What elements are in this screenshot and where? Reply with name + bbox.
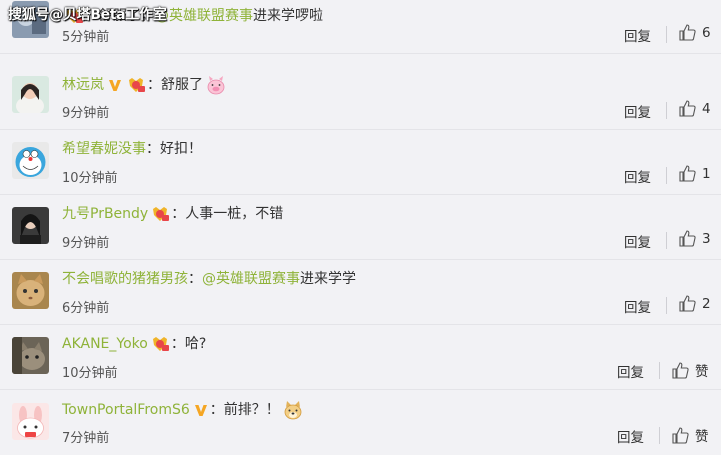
divider xyxy=(666,102,667,119)
username[interactable]: AKANE_Yoko xyxy=(62,335,148,353)
reply-button[interactable]: 回复 xyxy=(617,361,644,381)
reply-button[interactable]: 回复 xyxy=(624,296,651,316)
thumbs-up-icon xyxy=(672,426,689,444)
vip-medal-icon xyxy=(129,78,145,92)
comment-text: 舒服了 xyxy=(161,77,203,93)
like-count: 1 xyxy=(702,165,711,182)
like-label: 赞 xyxy=(695,429,709,445)
username[interactable]: 九号PrBendy xyxy=(62,205,148,223)
verified-v-icon xyxy=(194,405,207,416)
username[interactable]: 林远岚 xyxy=(62,76,104,94)
thumbs-up-icon xyxy=(679,165,696,182)
like-button[interactable]: 赞 xyxy=(672,425,709,445)
avatar[interactable] xyxy=(12,142,49,179)
comment-item: AKANE_Yoko ： 哈? 10分钟前 回复 赞 xyxy=(0,325,721,390)
thumbs-up-icon xyxy=(672,361,689,379)
username[interactable]: 不会唱歌的猪猪男孩 xyxy=(62,270,188,288)
timestamp: 10分钟前 xyxy=(62,171,118,186)
like-label: 赞 xyxy=(695,364,709,380)
like-button[interactable]: 1 xyxy=(679,165,711,182)
colon: ： xyxy=(146,141,160,157)
reply-button[interactable]: 回复 xyxy=(624,166,651,186)
comment-item: 林远岚 ： 舒服了 9分钟前 回复 4 xyxy=(0,65,721,130)
timestamp: 9分钟前 xyxy=(62,106,110,121)
comment-text: 哈? xyxy=(184,336,207,352)
like-button[interactable]: 3 xyxy=(679,230,711,247)
thumbs-up-icon xyxy=(679,230,696,247)
like-count: 6 xyxy=(702,24,711,41)
thumbs-up-icon xyxy=(679,24,696,41)
comment-item: TownPortalFromS6 ： 前排？！ 7分钟前 回复 赞 xyxy=(0,390,721,455)
doge-face-emoji-icon xyxy=(284,401,302,420)
like-count: 3 xyxy=(702,230,711,247)
comment-text: 前排？！ xyxy=(223,402,280,418)
username[interactable]: TownPortalFromS6 xyxy=(62,401,190,419)
comment-text: 人事一桩，不错 xyxy=(185,206,284,222)
mention-link[interactable]: @英雄联盟赛事 xyxy=(155,7,253,25)
divider xyxy=(659,362,660,379)
comment-text-tail: 进来学啰啦 xyxy=(253,8,323,24)
divider xyxy=(666,232,667,249)
reply-button[interactable]: 回复 xyxy=(624,25,651,45)
colon: ： xyxy=(171,206,186,222)
comment-item: 希望春妮没事 ： 好扣！ 10分钟前 回复 1 xyxy=(0,130,721,195)
thumbs-up-icon xyxy=(679,295,696,312)
like-button[interactable]: 2 xyxy=(679,295,711,312)
avatar[interactable] xyxy=(12,403,49,440)
thumbs-up-icon xyxy=(679,100,696,117)
divider xyxy=(666,297,667,314)
colon: ： xyxy=(147,77,161,93)
comment-item: 不会唱歌的猪猪男孩 ： @英雄联盟赛事 进来学学 6分钟前 回复 2 xyxy=(0,260,721,325)
divider xyxy=(666,26,667,43)
divider xyxy=(666,167,667,184)
like-count: 4 xyxy=(702,100,711,117)
username[interactable]: 希望春妮没事 xyxy=(62,140,146,158)
comment-text-tail: 进来学学 xyxy=(300,271,356,287)
vip-medal-icon xyxy=(152,337,169,351)
comment-item: 九号PrBendy ： 人事一桩，不错 9分钟前 回复 3 xyxy=(0,195,721,260)
like-button[interactable]: 4 xyxy=(679,100,711,117)
avatar[interactable] xyxy=(12,272,49,309)
avatar[interactable] xyxy=(12,76,49,113)
colon: ： xyxy=(188,271,202,287)
reply-button[interactable]: 回复 xyxy=(617,426,644,446)
colon: ： xyxy=(209,402,224,418)
timestamp: 9分钟前 xyxy=(62,236,110,251)
like-count: 2 xyxy=(702,295,711,312)
mention-link[interactable]: @英雄联盟赛事 xyxy=(202,270,300,288)
comment-text: 好扣！ xyxy=(160,141,202,157)
reply-button[interactable]: 回复 xyxy=(624,231,651,251)
timestamp: 10分钟前 xyxy=(62,366,118,381)
divider xyxy=(659,427,660,444)
vip-medal-icon xyxy=(153,207,170,221)
like-button[interactable]: 赞 xyxy=(672,360,709,380)
like-button[interactable]: 6 xyxy=(679,24,711,41)
avatar[interactable] xyxy=(12,337,49,374)
timestamp: 7分钟前 xyxy=(62,431,110,446)
timestamp: 5分钟前 xyxy=(62,30,110,45)
pig-face-emoji-icon xyxy=(207,76,225,95)
timestamp: 6分钟前 xyxy=(62,301,110,316)
colon: ： xyxy=(170,336,185,352)
reply-button[interactable]: 回复 xyxy=(624,101,651,121)
avatar[interactable] xyxy=(12,207,49,244)
watermark: 搜狐号@贝塔Beta工作室 xyxy=(8,7,167,23)
verified-v-icon xyxy=(109,80,121,91)
